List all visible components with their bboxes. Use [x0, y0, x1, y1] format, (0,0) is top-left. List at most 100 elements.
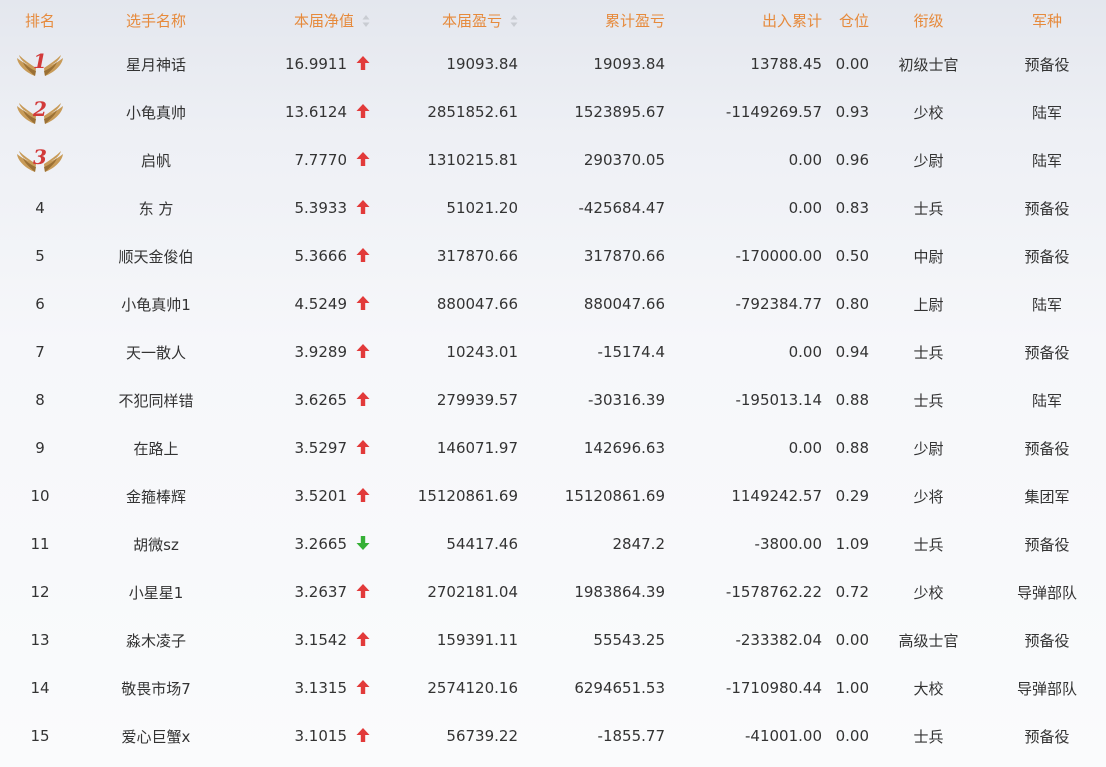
position-value: 0.00 — [835, 55, 869, 73]
header-row: 排名 选手名称 本届净值 本届盈亏 累计盈亏 出入累计 仓位 衔级 军种 — [0, 0, 1106, 40]
table-row[interactable]: 15 爱心巨蟹x 3.1015 56739.22 -1855.77 -41001… — [0, 712, 1106, 760]
col-header-profit-sortable[interactable]: 本届盈亏 — [370, 0, 518, 40]
table-row[interactable]: 11 胡微sz 3.2665 54417.46 2847.2 -3800.00 … — [0, 520, 1106, 568]
player-name[interactable]: 不犯同样错 — [80, 376, 232, 424]
rank-cell: 11 — [0, 520, 80, 568]
nav-value: 3.2637 — [294, 583, 348, 601]
title-value: 少尉 — [913, 439, 944, 458]
rank-number: 7 — [35, 343, 45, 361]
table-row[interactable]: 3 启帆 7.7770 1310215.81 290370.05 0.00 0.… — [0, 136, 1106, 184]
total-profit-value: -425684.47 — [578, 199, 665, 217]
leaderboard: 排名 选手名称 本届净值 本届盈亏 累计盈亏 出入累计 仓位 衔级 军种 1 星… — [0, 0, 1106, 767]
rank-cell: 9 — [0, 424, 80, 472]
cash-flow-value: 0.00 — [788, 439, 822, 457]
sort-icon[interactable] — [510, 14, 518, 28]
player-name[interactable]: 金箍棒辉 — [80, 472, 232, 520]
player-name[interactable]: 小龟真帅 — [80, 88, 232, 136]
rank-cell: 4 — [0, 184, 80, 232]
position-value: 0.96 — [835, 151, 869, 169]
branch-value: 预备役 — [1024, 247, 1070, 266]
arrow-up-icon — [356, 487, 370, 503]
cash-flow-value: -170000.00 — [735, 247, 822, 265]
col-header-nav-sortable[interactable]: 本届净值 — [232, 0, 370, 40]
wings-medal-icon: 3 — [15, 145, 65, 175]
player-name[interactable]: 胡微sz — [80, 520, 232, 568]
player-name[interactable]: 星月神话 — [80, 40, 232, 88]
player-name[interactable]: 天一散人 — [80, 328, 232, 376]
rank-number: 12 — [30, 583, 50, 601]
position-value: 1.09 — [835, 535, 869, 553]
branch-value: 预备役 — [1024, 343, 1070, 362]
nav-cell: 4.5249 — [232, 280, 370, 328]
profit-value: 54417.46 — [446, 535, 518, 553]
title-value: 少校 — [913, 103, 944, 122]
table-row[interactable]: 14 敬畏市场7 3.1315 2574120.16 6294651.53 -1… — [0, 664, 1106, 712]
total-profit-value: 317870.66 — [583, 247, 665, 265]
col-header-branch: 军种 — [1031, 11, 1062, 30]
branch-value: 预备役 — [1024, 535, 1070, 554]
player-name[interactable]: 爱心巨蟹x — [80, 712, 232, 760]
table-row[interactable]: 12 小星星1 3.2637 2702181.04 1983864.39 -15… — [0, 568, 1106, 616]
branch-value: 陆军 — [1031, 151, 1062, 170]
arrow-up-icon — [356, 199, 370, 215]
table-row[interactable]: 8 不犯同样错 3.6265 279939.57 -30316.39 -1950… — [0, 376, 1106, 424]
branch-value: 集团军 — [1024, 487, 1070, 506]
player-name[interactable]: 小星星1 — [80, 568, 232, 616]
branch-value: 陆军 — [1031, 295, 1062, 314]
rank-cell: 2 — [0, 88, 80, 136]
nav-value: 3.2665 — [294, 535, 348, 553]
nav-value: 3.5201 — [294, 487, 348, 505]
title-value: 初级士官 — [898, 55, 959, 74]
position-value: 1.00 — [835, 679, 869, 697]
nav-value: 3.1315 — [294, 679, 348, 697]
player-name[interactable]: 淼木凌子 — [80, 616, 232, 664]
profit-value: 10243.01 — [446, 343, 518, 361]
profit-value: 146071.97 — [436, 439, 518, 457]
total-profit-value: -15174.4 — [597, 343, 665, 361]
player-name[interactable]: 启帆 — [80, 136, 232, 184]
player-name[interactable]: 在路上 — [80, 424, 232, 472]
nav-value: 3.6265 — [294, 391, 348, 409]
table-row[interactable]: 2 小龟真帅 13.6124 2851852.61 1523895.67 -11… — [0, 88, 1106, 136]
position-value: 0.00 — [835, 727, 869, 745]
profit-value: 2702181.04 — [427, 583, 518, 601]
total-profit-value: 15120861.69 — [564, 487, 665, 505]
table-row[interactable]: 7 天一散人 3.9289 10243.01 -15174.4 0.00 0.9… — [0, 328, 1106, 376]
player-name[interactable]: 敬畏市场7 — [80, 664, 232, 712]
table-row[interactable]: 4 东 方 5.3933 51021.20 -425684.47 0.00 0.… — [0, 184, 1106, 232]
total-profit-value: 19093.84 — [593, 55, 665, 73]
player-name[interactable]: 东 方 — [80, 184, 232, 232]
profit-value: 880047.66 — [436, 295, 518, 313]
total-profit-value: 1523895.67 — [574, 103, 665, 121]
cash-flow-value: -233382.04 — [735, 631, 822, 649]
table-row[interactable]: 13 淼木凌子 3.1542 159391.11 55543.25 -23338… — [0, 616, 1106, 664]
branch-value: 导弹部队 — [1016, 679, 1077, 698]
nav-cell: 7.7770 — [232, 136, 370, 184]
profit-value: 2574120.16 — [427, 679, 518, 697]
total-profit-value: 6294651.53 — [574, 679, 665, 697]
col-header-total-profit: 累计盈亏 — [604, 11, 665, 30]
nav-cell: 3.9289 — [232, 328, 370, 376]
position-value: 0.29 — [835, 487, 869, 505]
table-row[interactable]: 6 小龟真帅1 4.5249 880047.66 880047.66 -7923… — [0, 280, 1106, 328]
medal-rank-number: 1 — [33, 49, 47, 73]
total-profit-value: -30316.39 — [588, 391, 665, 409]
nav-value: 13.6124 — [284, 103, 347, 121]
table-row[interactable]: 9 在路上 3.5297 146071.97 142696.63 0.00 0.… — [0, 424, 1106, 472]
player-name[interactable]: 小龟真帅1 — [80, 280, 232, 328]
table-row[interactable]: 5 顺天金俊伯 5.3666 317870.66 317870.66 -1700… — [0, 232, 1106, 280]
table-row[interactable]: 1 星月神话 16.9911 19093.84 19093.84 13788.4… — [0, 40, 1106, 88]
arrow-up-icon — [356, 631, 370, 647]
total-profit-value: -1855.77 — [597, 727, 665, 745]
arrow-up-icon — [356, 679, 370, 695]
col-header-cash-flow: 出入累计 — [761, 11, 822, 30]
table-row[interactable]: 10 金箍棒辉 3.5201 15120861.69 15120861.69 1… — [0, 472, 1106, 520]
nav-cell: 3.5201 — [232, 472, 370, 520]
col-header-profit-label: 本届盈亏 — [441, 11, 502, 30]
sort-icon[interactable] — [362, 14, 370, 28]
nav-cell: 13.6124 — [232, 88, 370, 136]
cash-flow-value: -1149269.57 — [725, 103, 822, 121]
nav-cell: 3.1015 — [232, 712, 370, 760]
rank-number: 14 — [30, 679, 50, 697]
player-name[interactable]: 顺天金俊伯 — [80, 232, 232, 280]
